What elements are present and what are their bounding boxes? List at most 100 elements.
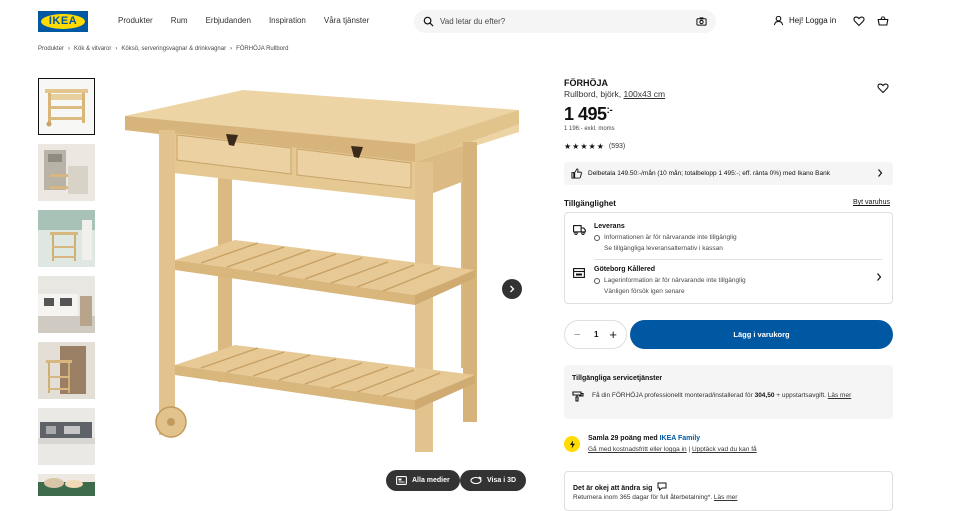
ikea-family-box: Samla 29 poäng med IKEA Family Gå med ko… (564, 434, 893, 458)
ikea-family-icon (564, 436, 580, 452)
view-3d-button[interactable]: Visa i 3D (460, 470, 527, 491)
family-join-link[interactable]: Gå med kostnadsfritt eller logga in (588, 446, 687, 453)
quantity-value[interactable]: 1 (594, 330, 598, 339)
delivery-status: Informationen är för närvarande inte til… (604, 234, 737, 241)
family-brand-link[interactable]: IKEA Family (660, 435, 701, 442)
store-title: Göteborg Kållered (594, 266, 656, 273)
change-store-link[interactable]: Byt varuhus (853, 199, 890, 206)
store-status: Lagerinformation är för närvarande inte … (604, 277, 746, 284)
services-box: Tillgängliga servicetjänster Få din FÖRH… (564, 365, 893, 419)
unavailable-icon (594, 278, 600, 284)
chevron-right-icon[interactable] (875, 272, 883, 282)
heart-icon[interactable] (853, 15, 865, 27)
services-title: Tillgängliga servicetjänster (572, 375, 663, 382)
view-3d-label: Visa i 3D (487, 477, 517, 484)
family-discover-link[interactable]: Upptäck vad du kan få (692, 446, 757, 453)
finance-text: Delbetala 149.50:-/mån (10 mån; totalbel… (588, 170, 830, 177)
decrease-quantity-button[interactable]: − (574, 329, 580, 341)
next-image-button[interactable] (502, 279, 522, 299)
main-nav: Produkter Rum Erbjudanden Inspiration Vå… (118, 16, 387, 25)
all-media-button[interactable]: Alla medier (386, 470, 460, 491)
breadcrumb-item[interactable]: FÖRHÖJA Rullbord (236, 46, 288, 52)
ikea-logo[interactable]: IKEA (38, 11, 88, 32)
star-icon: ★ (580, 142, 588, 151)
breadcrumb-item[interactable]: Kök & vitvaror (74, 46, 111, 52)
chevron-right-icon: › (68, 46, 71, 52)
returns-box: Det är okej att ändra sig Returnera inom… (564, 471, 893, 511)
user-icon (773, 15, 784, 26)
site-header: IKEA Produkter Rum Erbjudanden Inspirati… (0, 0, 960, 44)
services-read-more-link[interactable]: Läs mer (828, 392, 851, 399)
family-title: Samla 29 poäng med IKEA Family (588, 435, 700, 442)
divider (594, 259, 882, 260)
rating-count: (593) (608, 143, 626, 150)
store-note: Vänligen försök igen senare (604, 288, 685, 295)
finance-banner[interactable]: Delbetala 149.50:-/mån (10 mån; totalbel… (564, 162, 893, 185)
half-star-icon: ★ (596, 142, 604, 151)
camera-icon[interactable] (696, 16, 707, 27)
product-main-image (125, 90, 519, 452)
gallery-icon (396, 476, 407, 485)
returns-text-body: Returnera inom 365 dagar för full återbe… (573, 494, 714, 501)
logo-text: IKEA (48, 15, 78, 27)
chevron-right-icon (878, 169, 883, 177)
price-suffix: :- (606, 105, 613, 116)
nav-item-inspiration[interactable]: Inspiration (269, 16, 306, 25)
all-media-label: Alla medier (412, 477, 450, 484)
star-icon: ★ (572, 142, 580, 151)
star-icon: ★ (588, 142, 596, 151)
nav-item-tjanster[interactable]: Våra tjänster (324, 16, 369, 25)
store-icon (573, 268, 585, 278)
unavailable-icon (594, 235, 600, 241)
favourite-heart-icon[interactable] (877, 82, 889, 94)
increase-quantity-button[interactable]: + (609, 327, 617, 342)
breadcrumb: Produkter › Kök & vitvaror › Köksö, serv… (38, 46, 288, 52)
product-description: Rullbord, björk, 100x43 cm (564, 89, 665, 99)
returns-text: Returnera inom 365 dagar för full återbe… (573, 494, 737, 501)
product-type: Rullbord, björk, (564, 89, 624, 99)
thumbnail-product[interactable] (38, 78, 95, 135)
services-text-suffix: + uppstartsavgift. (774, 392, 828, 399)
returns-title: Det är okej att ändra sig (573, 482, 667, 492)
chevron-right-icon (510, 285, 515, 293)
thumbnail-room-3[interactable] (38, 276, 95, 333)
services-text: Få din FÖRHÖJA professionellt monterad/i… (592, 390, 882, 401)
returns-title-text: Det är okej att ändra sig (573, 485, 653, 492)
thumbnail-room-5[interactable] (38, 408, 95, 465)
chevron-right-icon: › (230, 46, 233, 52)
assembly-tool-icon (572, 391, 584, 402)
thumbnail-room-2[interactable] (38, 210, 95, 267)
nav-item-produkter[interactable]: Produkter (118, 16, 153, 25)
nav-item-rum[interactable]: Rum (171, 16, 188, 25)
returns-read-more-link[interactable]: Läs mer (714, 494, 737, 501)
nav-item-erbjudanden[interactable]: Erbjudanden (206, 16, 251, 25)
delivery-note: Se tillgängliga leveransalternativ i kas… (604, 245, 723, 252)
search-placeholder: Vad letar du efter? (440, 17, 506, 26)
search-icon (423, 16, 434, 27)
star-icon: ★ (564, 142, 572, 151)
dimension-link[interactable]: 100x43 cm (624, 89, 666, 99)
rotate-3d-icon (470, 476, 482, 485)
quantity-stepper: − 1 + (564, 320, 627, 349)
shopping-bag-icon[interactable] (877, 15, 889, 27)
price-ex-vat: 1 196:- exkl. moms (564, 126, 615, 132)
search-input[interactable]: Vad letar du efter? (414, 10, 716, 33)
thumbnail-room-6[interactable] (38, 474, 95, 496)
product-rating[interactable]: ★ ★ ★ ★ ★ (593) (564, 142, 625, 151)
thumbnail-room-1[interactable] (38, 144, 95, 201)
availability-title: Tillgänglighet (564, 199, 616, 208)
family-title-prefix: Samla 29 poäng med (588, 435, 660, 442)
product-name: FÖRHÖJA (564, 78, 609, 88)
breadcrumb-item[interactable]: Köksö, serveringsvagnar & drinkvagnar (121, 46, 226, 52)
chat-return-icon (657, 482, 667, 492)
product-price: 1 495:- (564, 104, 613, 125)
family-links: Gå med kostnadsfritt eller logga in | Up… (588, 446, 757, 453)
breadcrumb-item[interactable]: Produkter (38, 46, 64, 52)
add-to-cart-button[interactable]: Lägg i varukorg (630, 320, 893, 349)
availability-box: Leverans Informationen är för närvarande… (564, 212, 893, 304)
chevron-right-icon: › (115, 46, 118, 52)
thumbnail-room-4[interactable] (38, 342, 95, 399)
login-link[interactable]: Hej! Logga in (773, 15, 836, 26)
price-main: 1 495 (564, 104, 607, 124)
services-text-prefix: Få din FÖRHÖJA professionellt monterad/i… (592, 392, 755, 399)
